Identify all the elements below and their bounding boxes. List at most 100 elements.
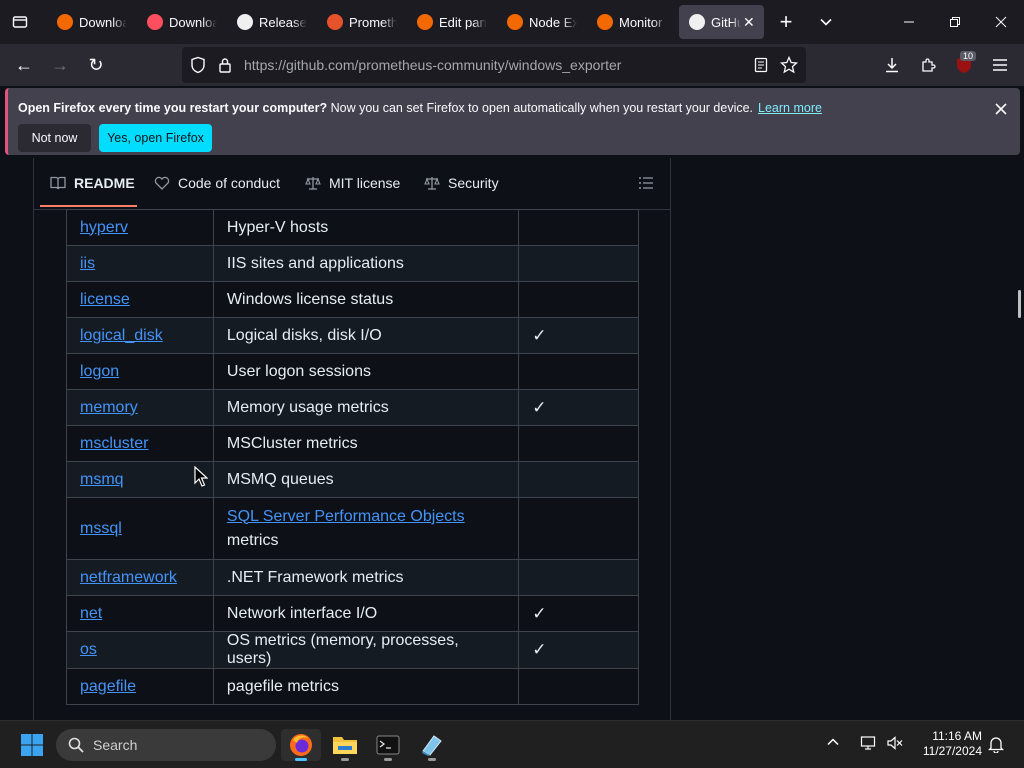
close-tab-icon[interactable]: ✕ [743,14,755,31]
description-text: metrics [226,531,279,549]
browser-tab-label: Release [259,14,307,30]
browser-tab-label: Download [169,14,217,30]
lock-icon [219,58,231,73]
collector-link[interactable]: hyperv [80,219,128,236]
collector-link[interactable]: memory [80,399,138,416]
collector-link[interactable]: logical_disk [80,327,163,344]
extensions-button[interactable] [912,49,944,81]
collector-link[interactable]: logon [80,363,119,380]
tab-security-label: Security [448,175,499,191]
enabled-by-default-cell [518,281,639,318]
outline-button[interactable] [638,176,654,195]
close-notification-button[interactable] [990,98,1012,120]
browser-tab[interactable]: GitHub✕ [679,5,764,39]
browser-tab[interactable]: Download [47,5,135,39]
collector-link[interactable]: mssql [80,520,122,537]
prometheus-icon [327,14,343,30]
mouse-cursor-icon [194,466,208,487]
start-button[interactable] [12,729,52,761]
browser-tab[interactable]: Prometheus [317,5,405,39]
collector-description-cell: Windows license status [212,281,520,318]
description-link[interactable]: SQL Server Performance Objects [227,508,465,525]
taskbar-file-explorer[interactable] [325,729,365,761]
reader-view-icon[interactable] [754,57,768,73]
minimize-icon [904,21,914,23]
extension-badge: 10 [960,51,977,61]
browser-tab[interactable]: Download [137,5,225,39]
notifications-button[interactable] [987,735,1005,758]
network-icon [860,736,876,750]
list-icon [639,177,653,189]
new-tab-button[interactable]: + [764,0,808,44]
collector-link[interactable]: iis [80,255,95,272]
back-button[interactable]: ← [8,49,40,81]
browser-tab-label: Prometheus [349,14,397,30]
downloads-button[interactable] [876,49,908,81]
collector-link[interactable]: netframework [80,569,177,586]
reload-button[interactable]: ↻ [80,49,112,81]
tab-code-of-conduct[interactable]: Code of conduct [154,175,280,191]
table-row: mssql SQL Server Performance Objects metri… [66,497,639,560]
list-all-tabs-button[interactable] [806,0,846,44]
search-icon [68,737,84,753]
terminal-icon [376,735,400,755]
collector-link[interactable]: os [80,641,97,658]
collector-link[interactable]: pagefile [80,678,136,695]
minimize-button[interactable] [886,0,932,44]
table-row: license Windows license status [66,281,639,318]
learn-more-link[interactable]: Learn more [758,101,822,115]
app-menu-button[interactable] [984,49,1016,81]
browser-tab[interactable]: Release [227,5,315,39]
taskbar-firefox[interactable] [281,729,321,761]
collector-link[interactable]: msmq [80,471,124,488]
tab-readme[interactable]: README [50,175,135,191]
active-indicator [295,758,307,761]
collector-description-cell: Memory usage metrics [212,389,520,426]
volume-button[interactable] [886,735,904,756]
close-window-button[interactable] [978,0,1024,44]
table-row: os OS metrics (memory, processes, users) ✓ [66,631,639,669]
taskbar-terminal[interactable] [368,729,408,761]
bookmark-star-icon[interactable] [780,56,798,74]
open-firefox-button[interactable]: Yes, open Firefox [99,124,212,152]
plus-icon: + [779,9,793,34]
browser-tab-label: GitHub [711,14,741,30]
browser-tab[interactable]: Node Exporter [497,5,585,39]
scrollbar-thumb[interactable] [1018,290,1021,318]
clock-time: 11:16 AM [932,729,982,743]
browser-tab-label: Node Exporter [529,14,577,30]
tab-security[interactable]: Security [424,175,499,191]
taskbar-app[interactable] [412,729,452,761]
show-hidden-icons-button[interactable] [826,735,840,754]
network-status-button[interactable] [860,735,878,756]
collector-name-cell: mscluster [66,425,214,462]
windows-logo-icon [21,734,43,756]
browser-tab-label: Monitor [619,14,663,30]
page-content: README Code of conduct MIT license Secur… [0,158,1024,720]
table-row: netframework .NET Framework metrics [66,559,639,596]
grafana-icon [507,14,523,30]
tab-license[interactable]: MIT license [305,175,400,191]
browser-tab[interactable]: Monitor [587,5,675,39]
collector-link[interactable]: license [80,291,130,308]
firefox-view-button[interactable] [0,0,40,44]
not-now-button[interactable]: Not now [18,124,91,152]
grafana-icon [57,14,73,30]
puzzle-icon [922,58,936,72]
forward-button[interactable]: → [44,49,76,81]
browser-tab[interactable]: Edit panel [407,5,495,39]
collector-name-cell: license [66,281,214,318]
readme-box: README Code of conduct MIT license Secur… [33,158,671,720]
url-text: https://github.com/prometheus-community/… [244,57,621,73]
collector-link[interactable]: mscluster [80,435,148,452]
ublock-extension-button[interactable]: 10 [948,49,980,81]
address-bar[interactable]: https://github.com/prometheus-community/… [182,47,806,83]
reload-icon: ↻ [88,54,104,75]
restore-button[interactable] [932,0,978,44]
enabled-by-default-cell [518,497,639,560]
collector-description-cell: MSCluster metrics [212,425,520,462]
folder-icon [333,737,357,754]
system-clock[interactable]: 11:16 AM 11/27/2024 [912,729,982,759]
collector-link[interactable]: net [80,605,102,622]
taskbar-search[interactable]: Search [56,729,276,761]
